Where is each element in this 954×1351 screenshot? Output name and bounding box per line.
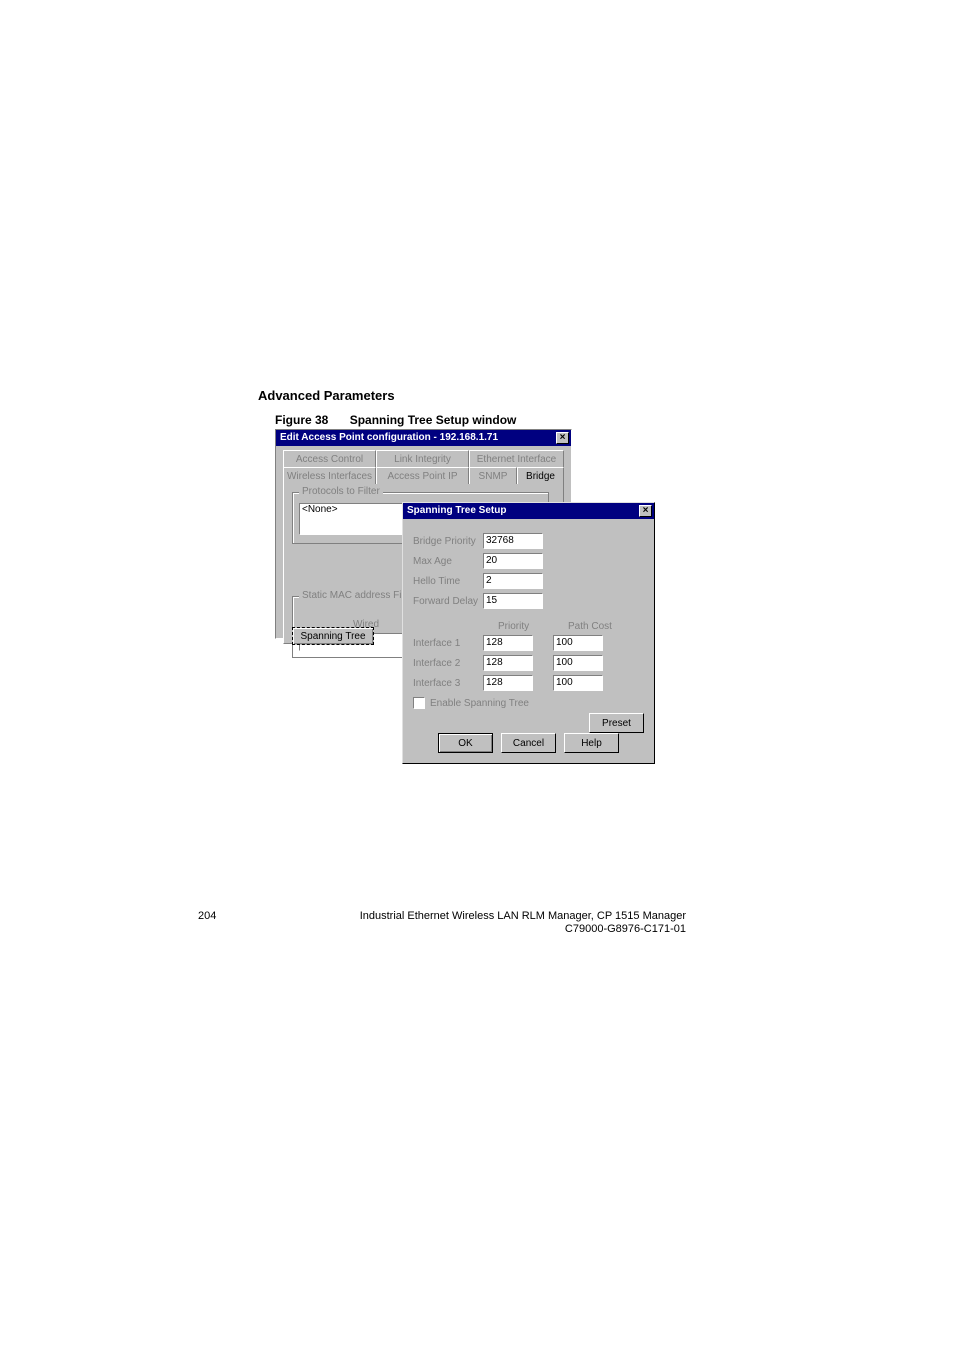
interface-3-row: Interface 3 128 100 <box>413 675 603 691</box>
tab-access-point-ip[interactable]: Access Point IP <box>376 467 469 484</box>
cancel-button[interactable]: Cancel <box>501 733 556 753</box>
interface-2-pathcost[interactable]: 100 <box>553 655 603 671</box>
tab-access-control[interactable]: Access Control <box>283 450 376 467</box>
tab-row-2: Wireless Interfaces Access Point IP SNMP… <box>283 467 564 484</box>
interface-3-pathcost[interactable]: 100 <box>553 675 603 691</box>
tab-row-1: Access Control Link Integrity Ethernet I… <box>283 450 564 467</box>
enable-spanning-checkbox[interactable] <box>413 697 425 709</box>
main-dialog-window: Edit Access Point configuration - 192.16… <box>275 429 572 639</box>
help-button[interactable]: Help <box>564 733 619 753</box>
spanning-tree-titlebar: Spanning Tree Setup × <box>403 503 654 519</box>
mac-filter-legend: Static MAC address Filter <box>299 590 418 601</box>
footer-line-1: Industrial Ethernet Wireless LAN RLM Man… <box>324 910 686 922</box>
forward-delay-input[interactable]: 15 <box>483 593 543 609</box>
figure-title: Spanning Tree Setup window <box>350 413 517 427</box>
preset-button[interactable]: Preset <box>589 713 644 733</box>
hello-time-label: Hello Time <box>413 576 483 587</box>
bridge-priority-row: Bridge Priority 32768 <box>413 533 543 549</box>
main-dialog-titlebar: Edit Access Point configuration - 192.16… <box>276 430 571 446</box>
close-icon[interactable]: × <box>639 505 652 517</box>
pathcost-column-header: Path Cost <box>568 621 612 632</box>
bridge-priority-input[interactable]: 32768 <box>483 533 543 549</box>
tab-link-integrity[interactable]: Link Integrity <box>376 450 469 467</box>
ok-button[interactable]: OK <box>438 733 493 753</box>
section-heading: Advanced Parameters <box>258 388 395 403</box>
hello-time-row: Hello Time 2 <box>413 573 543 589</box>
interface-2-row: Interface 2 128 100 <box>413 655 603 671</box>
interface-3-label: Interface 3 <box>413 678 483 689</box>
enable-spanning-row: Enable Spanning Tree <box>413 695 529 711</box>
spanning-tree-dialog: Spanning Tree Setup × Bridge Priority 32… <box>402 502 655 764</box>
bridge-priority-label: Bridge Priority <box>413 536 483 547</box>
max-age-label: Max Age <box>413 556 483 567</box>
tab-wireless-interfaces[interactable]: Wireless Interfaces <box>283 467 376 484</box>
hello-time-input[interactable]: 2 <box>483 573 543 589</box>
close-icon[interactable]: × <box>556 432 569 444</box>
spanning-tree-title: Spanning Tree Setup <box>407 503 506 519</box>
interface-2-label: Interface 2 <box>413 658 483 669</box>
interface-1-row: Interface 1 128 100 <box>413 635 603 651</box>
dialog-button-row: OK Cancel Help <box>403 733 654 753</box>
max-age-row: Max Age 20 <box>413 553 543 569</box>
forward-delay-label: Forward Delay <box>413 596 483 607</box>
tab-snmp[interactable]: SNMP <box>469 467 517 484</box>
max-age-input[interactable]: 20 <box>483 553 543 569</box>
priority-column-header: Priority <box>498 621 529 632</box>
footer-line-2: C79000-G8976-C171-01 <box>324 923 686 935</box>
interface-1-pathcost[interactable]: 100 <box>553 635 603 651</box>
figure-caption: Figure 38 Spanning Tree Setup window <box>275 413 516 427</box>
spanning-tree-button[interactable]: Spanning Tree <box>292 627 374 645</box>
protocols-legend: Protocols to Filter <box>299 486 383 497</box>
tab-ethernet-interface[interactable]: Ethernet Interface <box>469 450 564 467</box>
forward-delay-row: Forward Delay 15 <box>413 593 543 609</box>
interface-2-priority[interactable]: 128 <box>483 655 533 671</box>
interface-1-label: Interface 1 <box>413 638 483 649</box>
tab-bridge[interactable]: Bridge <box>517 467 564 484</box>
page-number: 204 <box>198 910 216 922</box>
enable-spanning-label: Enable Spanning Tree <box>430 698 529 709</box>
interface-1-priority[interactable]: 128 <box>483 635 533 651</box>
main-dialog-title: Edit Access Point configuration - 192.16… <box>280 430 498 446</box>
interface-3-priority[interactable]: 128 <box>483 675 533 691</box>
figure-label: Figure 38 <box>275 413 328 427</box>
